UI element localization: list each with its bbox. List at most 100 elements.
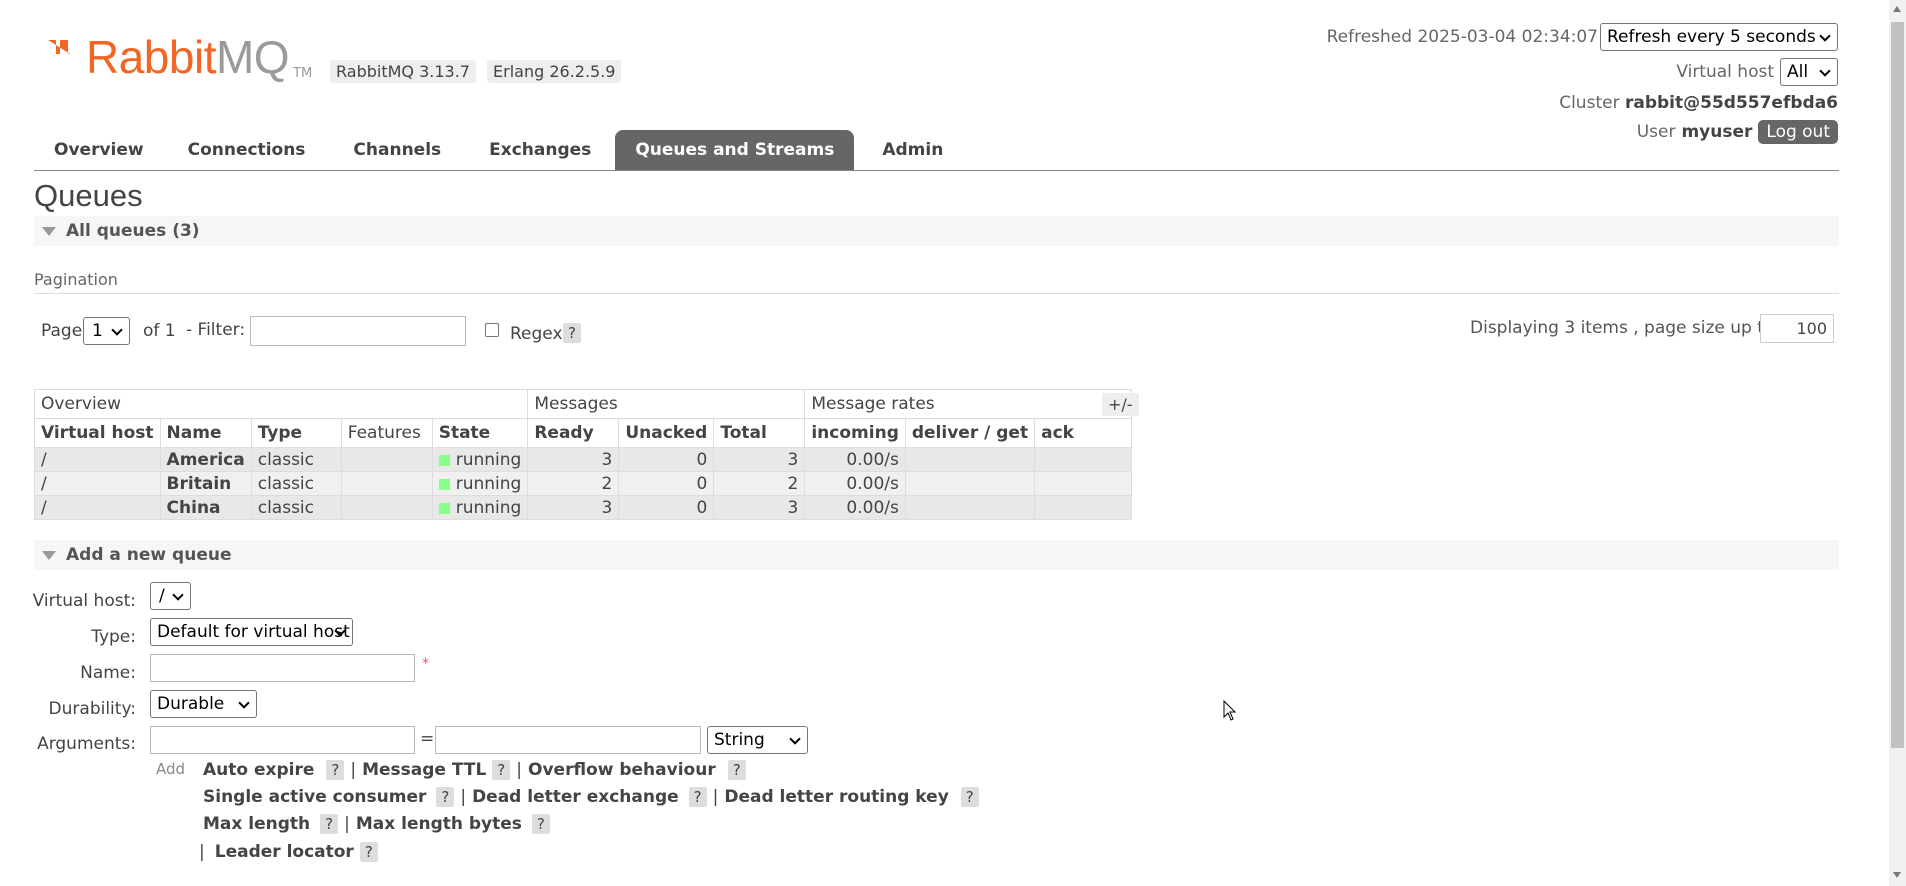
- tab-connections[interactable]: Connections: [164, 130, 330, 170]
- cell-ack: [1034, 495, 1133, 520]
- type-field-label: Type:: [91, 627, 136, 647]
- cell-features: [340, 447, 433, 472]
- argument-key-input[interactable]: [150, 726, 415, 754]
- argument-value-input[interactable]: [435, 726, 701, 754]
- cell-vhost: /: [34, 495, 161, 520]
- column-toggle-button[interactable]: +/-: [1102, 393, 1139, 416]
- cluster-label: Cluster: [1559, 93, 1620, 113]
- queue-name-input[interactable]: [150, 654, 415, 682]
- page-of-label: of 1: [143, 321, 176, 341]
- arg-dead-letter-exchange-link[interactable]: Dead letter exchange: [472, 787, 679, 807]
- cell-total: 3: [713, 447, 806, 472]
- col-ack[interactable]: ack: [1034, 418, 1133, 448]
- col-virtual-host[interactable]: Virtual host: [34, 418, 161, 448]
- argument-type-select[interactable]: String: [707, 726, 808, 754]
- tab-admin[interactable]: Admin: [854, 130, 971, 170]
- required-marker: *: [422, 656, 429, 672]
- add-queue-heading: Add a new queue: [66, 545, 232, 565]
- arg-leader-locator-link[interactable]: Leader locator: [215, 842, 354, 862]
- filter-label: - Filter:: [186, 320, 246, 340]
- filter-input[interactable]: [250, 316, 466, 346]
- table-row[interactable]: / Britain classic running 2 0 2 0.00/s: [34, 471, 1133, 496]
- col-type[interactable]: Type: [250, 418, 342, 448]
- tab-exchanges[interactable]: Exchanges: [465, 130, 615, 170]
- add-argument-button[interactable]: Add: [156, 760, 185, 778]
- arg-single-active-consumer-link[interactable]: Single active consumer: [203, 787, 426, 807]
- user-label: User: [1636, 122, 1676, 142]
- arg-message-ttl-help-icon[interactable]: ?: [492, 760, 511, 780]
- arg-single-active-help-icon[interactable]: ?: [436, 787, 455, 807]
- col-unacked[interactable]: Unacked: [618, 418, 715, 448]
- tab-queues-and-streams[interactable]: Queues and Streams: [615, 130, 855, 170]
- queue-link-britain[interactable]: Britain: [159, 471, 252, 496]
- vertical-scrollbar[interactable]: [1889, 0, 1906, 886]
- all-queues-section-toggle[interactable]: All queues (3): [34, 216, 1839, 246]
- equals-sign: =: [420, 729, 435, 749]
- arg-dlx-help-icon[interactable]: ?: [688, 787, 707, 807]
- arg-max-length-bytes-help-icon[interactable]: ?: [531, 814, 550, 834]
- cell-unacked: 0: [618, 471, 715, 496]
- page-select[interactable]: 1: [83, 317, 130, 345]
- mouse-cursor-icon: [1223, 700, 1237, 721]
- scroll-down-arrow-icon[interactable]: [1893, 872, 1901, 878]
- queue-type-value: Default for virtual host: [157, 622, 350, 642]
- add-queue-section-toggle[interactable]: Add a new queue: [34, 540, 1839, 570]
- arg-auto-expire-help-icon[interactable]: ?: [326, 760, 345, 780]
- logout-button[interactable]: Log out: [1758, 120, 1838, 144]
- queue-type-select[interactable]: Default for virtual host: [150, 618, 353, 646]
- col-deliver-get[interactable]: deliver / get: [904, 418, 1036, 448]
- argument-shortcuts-row-2: Single active consumer ? | Dead letter e…: [203, 787, 979, 807]
- tab-channels[interactable]: Channels: [329, 130, 465, 170]
- col-total[interactable]: Total: [713, 418, 806, 448]
- logo-tm: TM: [293, 66, 313, 81]
- logo-text-accent: MQ: [215, 31, 290, 83]
- scroll-up-arrow-icon[interactable]: [1893, 6, 1901, 12]
- state-text: running: [455, 449, 522, 470]
- col-state[interactable]: State: [431, 418, 529, 448]
- arg-max-length-link[interactable]: Max length: [203, 814, 310, 834]
- arg-message-ttl-link[interactable]: Message TTL: [362, 760, 486, 780]
- queue-link-china[interactable]: China: [159, 495, 252, 520]
- scrollbar-thumb[interactable]: [1891, 22, 1904, 748]
- arg-auto-expire-link[interactable]: Auto expire: [203, 760, 314, 780]
- rabbitmq-version: RabbitMQ 3.13.7: [330, 60, 476, 83]
- collapse-triangle-icon: [42, 227, 56, 236]
- arg-max-length-help-icon[interactable]: ?: [320, 814, 339, 834]
- cell-deliver-get: [904, 495, 1036, 520]
- table-row[interactable]: / America classic running 3 0 3 0.00/s: [34, 447, 1133, 472]
- arguments-field-label: Arguments:: [37, 734, 136, 754]
- col-ready[interactable]: Ready: [527, 418, 620, 448]
- refreshed-timestamp: Refreshed 2025-03-04 02:34:07: [1326, 27, 1598, 47]
- cell-features: [340, 471, 433, 496]
- name-field-label: Name:: [80, 663, 136, 683]
- arg-overflow-link[interactable]: Overflow behaviour: [528, 760, 716, 780]
- col-incoming[interactable]: incoming: [804, 418, 906, 448]
- durability-select[interactable]: Durable: [150, 690, 257, 718]
- page-select-value: 1: [92, 321, 103, 341]
- regex-help-icon[interactable]: ?: [563, 323, 581, 343]
- vhost-select[interactable]: All: [1780, 58, 1838, 86]
- arg-dlrk-help-icon[interactable]: ?: [960, 787, 979, 807]
- page-size-input[interactable]: 100: [1760, 314, 1834, 343]
- arg-overflow-help-icon[interactable]: ?: [727, 760, 746, 780]
- new-queue-vhost-select[interactable]: /: [150, 582, 191, 610]
- all-queues-heading: All queues (3): [66, 221, 200, 241]
- queue-link-america[interactable]: America: [159, 447, 252, 472]
- argument-shortcuts-row-1: Auto expire ? | Message TTL ? | Overflow…: [203, 760, 746, 780]
- durability-field-label: Durability:: [48, 699, 136, 719]
- new-queue-vhost-value: /: [159, 586, 165, 606]
- tab-overview[interactable]: Overview: [34, 130, 164, 170]
- arg-max-length-bytes-link[interactable]: Max length bytes: [356, 814, 522, 834]
- table-row[interactable]: / China classic running 3 0 3 0.00/s: [34, 495, 1133, 520]
- queues-table: Overview Messages Message rates Virtual …: [33, 389, 1133, 520]
- arg-dead-letter-routing-key-link[interactable]: Dead letter routing key: [724, 787, 948, 807]
- cell-total: 2: [713, 471, 806, 496]
- arg-leader-locator-help-icon[interactable]: ?: [359, 842, 378, 862]
- regex-checkbox[interactable]: [485, 323, 499, 337]
- cell-state: running: [431, 447, 529, 472]
- running-status-icon: [438, 478, 450, 490]
- col-name[interactable]: Name: [159, 418, 252, 448]
- col-features[interactable]: Features: [340, 418, 433, 448]
- state-text: running: [455, 497, 522, 518]
- refresh-interval-select[interactable]: Refresh every 5 seconds: [1600, 23, 1838, 51]
